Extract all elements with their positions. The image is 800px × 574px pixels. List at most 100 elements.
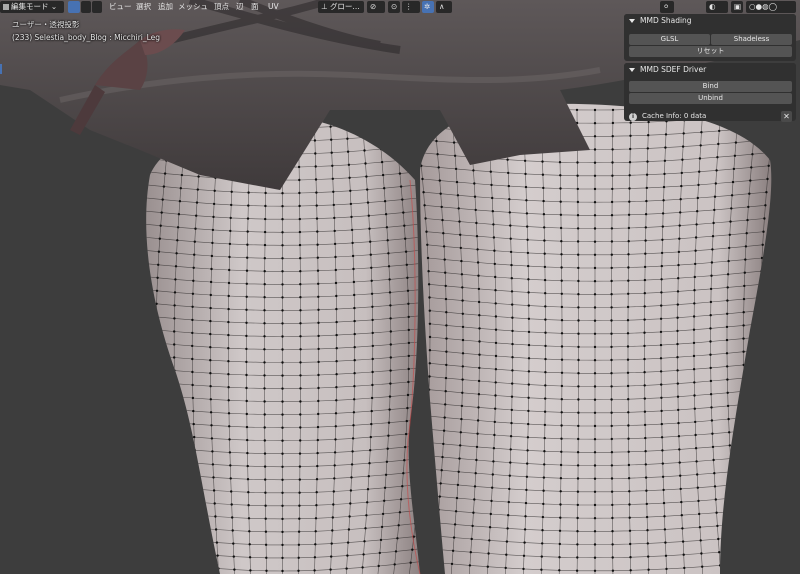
proportional-icon[interactable]: ✲: [422, 1, 434, 13]
mesh-vertex: [647, 134, 650, 137]
mesh-vertex: [593, 187, 597, 191]
mesh-vertex: [330, 542, 333, 545]
mesh-vertex: [161, 198, 164, 201]
mesh-vertex: [173, 395, 177, 398]
mesh-vertex: [146, 496, 149, 499]
mesh-vertex: [758, 349, 762, 352]
mesh-vertex: [407, 302, 410, 305]
mesh-vertex: [232, 555, 235, 558]
mesh-vertex: [245, 282, 248, 285]
gizmo-icon[interactable]: ◐: [706, 1, 728, 13]
mesh-vertex: [628, 490, 631, 493]
menu-mesh[interactable]: メッシュ: [178, 1, 208, 13]
mesh-vertex: [299, 361, 302, 364]
mesh-vertex: [445, 337, 448, 340]
mesh-vertex: [334, 425, 337, 428]
mesh-vertex: [665, 567, 668, 571]
mmd-shading-header[interactable]: MMD Shading: [624, 14, 796, 28]
mesh-vertex: [476, 248, 479, 251]
menu-edge[interactable]: 辺: [236, 1, 244, 13]
mesh-vertex: [227, 320, 230, 324]
overlay-icon[interactable]: ⚪: [660, 1, 674, 13]
unbind-button[interactable]: Unbind: [629, 93, 792, 104]
mesh-vertex: [769, 138, 772, 141]
mesh-vertex: [660, 278, 663, 281]
mesh-vertex: [593, 411, 597, 414]
mesh-vertex: [245, 373, 248, 377]
mesh-vertex: [726, 404, 730, 408]
mesh-vertex: [173, 382, 176, 385]
mesh-vertex: [378, 134, 381, 138]
close-icon[interactable]: ✕: [781, 111, 792, 122]
mmd-sdef-header[interactable]: MMD SDEF Driver: [624, 63, 796, 77]
mesh-vertex: [121, 403, 123, 405]
mesh-vertex: [593, 530, 597, 533]
menu-vertex[interactable]: 頂点: [214, 1, 229, 13]
mesh-vertex: [522, 554, 526, 557]
mesh-vertex: [298, 217, 301, 221]
mesh-vertex: [494, 328, 498, 331]
mesh-vertex: [748, 482, 751, 485]
mesh-vertex: [167, 550, 171, 553]
mesh-vertex: [726, 391, 729, 394]
mesh-vertex: [710, 419, 714, 422]
mesh-vertex: [334, 438, 337, 441]
mesh-vertex: [314, 517, 318, 520]
mesh-vertex: [281, 426, 284, 429]
glsl-button[interactable]: GLSL: [629, 34, 710, 45]
mesh-vertex: [330, 138, 333, 141]
mesh-vertex: [459, 233, 462, 236]
mesh-vertex: [281, 400, 284, 403]
menu-view[interactable]: ビュー: [109, 1, 132, 13]
mesh-vertex: [750, 508, 753, 511]
mesh-vertex: [331, 177, 334, 180]
shadeless-button[interactable]: Shadeless: [711, 34, 792, 45]
link-icon[interactable]: ⊘: [367, 1, 385, 13]
mesh-vertex: [148, 157, 151, 160]
mesh-vertex: [731, 496, 735, 500]
mesh-vertex: [371, 357, 374, 361]
menu-select[interactable]: 選択: [136, 1, 151, 13]
mesh-vertex: [414, 157, 417, 160]
mode-dropdown[interactable]: 編集モード ⌄: [0, 1, 64, 13]
mesh-vertex: [200, 553, 203, 556]
face-select-icon[interactable]: [92, 1, 102, 13]
mesh-vertex: [420, 520, 422, 523]
mesh-vertex: [346, 541, 350, 544]
mesh-vertex: [560, 266, 563, 269]
shading-switcher[interactable]: ○●◍◯: [746, 1, 796, 13]
mesh-vertex: [314, 178, 318, 181]
mesh-vertex: [365, 175, 368, 178]
mesh-vertex: [140, 431, 142, 433]
3d-viewport[interactable]: 編集モード ⌄ ビュー 選択 追加 メッシュ 頂点 辺 面 UV ⊥ グロー..…: [0, 0, 800, 574]
mesh-vertex: [523, 528, 527, 531]
mesh-vertex: [610, 385, 613, 388]
mesh-vertex: [249, 569, 252, 572]
mesh-vertex: [768, 151, 772, 154]
mesh-vertex: [541, 173, 545, 176]
mesh-vertex: [610, 332, 613, 335]
mesh-vertex: [424, 217, 427, 220]
mesh-vertex: [361, 566, 364, 569]
menu-add[interactable]: 追加: [158, 1, 173, 13]
menu-face[interactable]: 面: [251, 1, 259, 13]
xray-icon[interactable]: ▣: [731, 1, 743, 13]
falloff-icon[interactable]: ∧: [436, 1, 452, 13]
mesh-vertex: [351, 437, 355, 440]
snap-icon[interactable]: ⋮: [402, 1, 420, 13]
mesh-vertex: [678, 224, 681, 227]
mesh-vertex: [423, 431, 425, 433]
bind-button[interactable]: Bind: [629, 81, 792, 92]
menu-uv[interactable]: UV: [268, 1, 279, 13]
edge-select-icon[interactable]: [81, 1, 91, 13]
mesh-vertex: [645, 515, 649, 519]
mesh-vertex: [709, 340, 712, 343]
mesh-vertex: [155, 315, 158, 319]
mesh-vertex: [527, 304, 530, 307]
vertex-select-icon[interactable]: [68, 1, 80, 13]
pivot-icon[interactable]: ⊙: [388, 1, 400, 13]
reset-button[interactable]: リセット: [629, 46, 792, 57]
transform-orientation-dropdown[interactable]: ⊥ グロー...: [318, 1, 364, 13]
mesh-vertex: [450, 562, 454, 566]
mesh-vertex: [456, 483, 460, 487]
